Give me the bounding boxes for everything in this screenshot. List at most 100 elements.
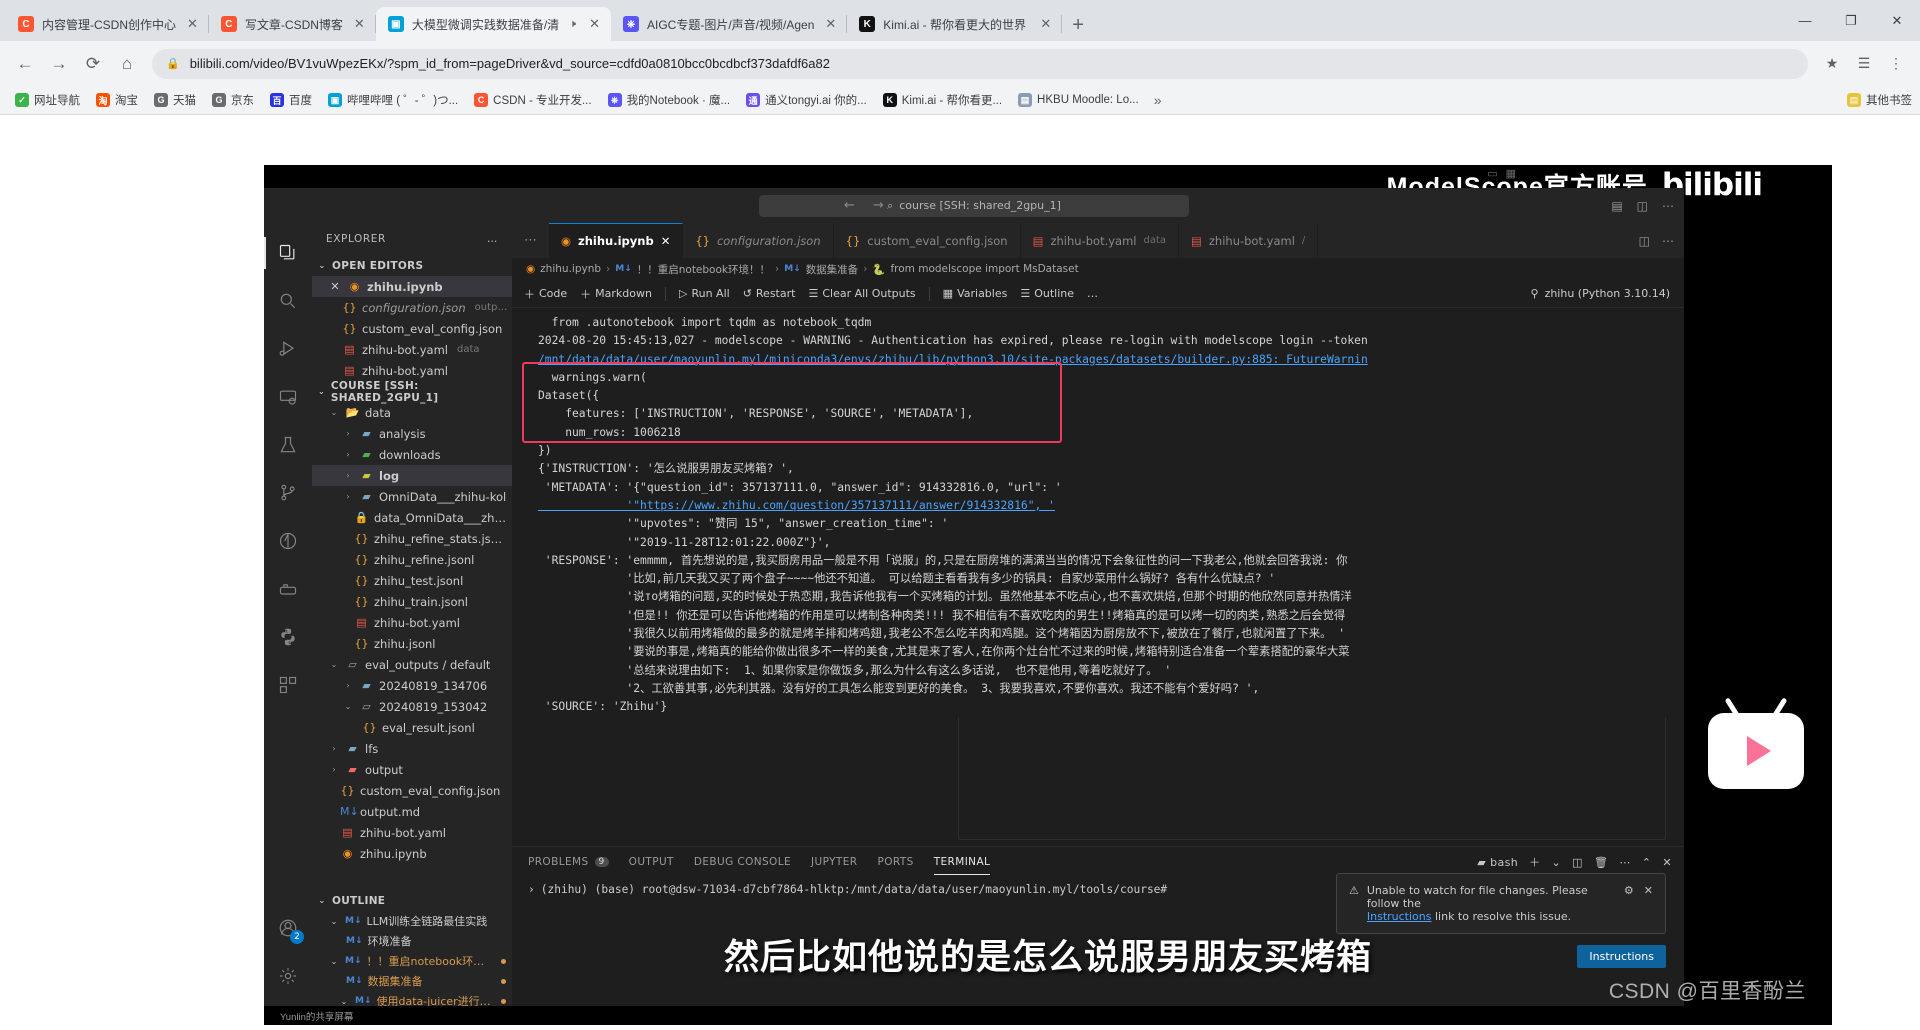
close-icon[interactable]: ✕ [1644,884,1653,897]
browser-tab-3[interactable]: ⎈ AIGC专题-图片/声音/视频/Agen ✕ [611,7,848,41]
tree-item-zhihu-train[interactable]: {} zhihu_train.jsonl [312,591,512,612]
more-icon[interactable]: ⋯ [1619,856,1630,869]
panel-tab-terminal[interactable]: TERMINAL [933,856,991,875]
sidebar-item-docker[interactable] [264,565,312,613]
tree-item-zhihu-jsonl[interactable]: {} zhihu.jsonl [312,633,512,654]
bookmark-item[interactable]: ▤ HKBU Moodle: Lo... [1011,91,1146,109]
sidebar-item-python[interactable] [264,613,312,661]
editor-tab-zhihu-bot-yaml-data[interactable]: ▤ zhihu-bot.yaml data [1020,223,1180,258]
editor-tab-configuration-json[interactable]: {} configuration.json [683,223,834,258]
close-icon[interactable]: ✕ [184,16,201,32]
tree-item-custom-eval-config[interactable]: {} custom_eval_config.json [312,780,512,801]
project-section-header[interactable]: ⌄ COURSE [SSH: SHARED_2GPU_1] [312,380,512,404]
run-all-button[interactable]: ▷ Run All [679,287,730,300]
back-icon[interactable]: ← [844,198,855,213]
split-editor-icon[interactable]: ◫ [1639,234,1650,248]
open-editor-item[interactable]: {} custom_eval_config.json [312,318,512,339]
browser-menu-icon[interactable]: ⋮ [1882,55,1910,72]
notebook-output-scroll[interactable]: from .autonotebook import tqdm as notebo… [512,308,1684,846]
minimize-button[interactable]: — [1782,13,1828,28]
close-icon[interactable]: ✕ [1662,856,1672,869]
open-editor-item[interactable]: ▤ zhihu-bot.yaml data [312,339,512,360]
more-actions-icon[interactable]: ⋯ [1662,234,1674,248]
bookmark-item[interactable]: G 京东 [205,90,261,110]
new-tab-button[interactable]: + [1062,14,1094,41]
trash-icon[interactable]: 🗑 [1594,856,1608,869]
mute-icon[interactable]: 🕨 [567,18,578,31]
chevron-up-icon[interactable]: ⌃ [1642,856,1652,869]
editor-tab-custom-eval-config[interactable]: {} custom_eval_config.json [833,223,1021,258]
new-terminal-icon[interactable]: ＋ [1529,854,1540,870]
notification-link[interactable]: Instructions [1367,910,1432,923]
tree-item-log[interactable]: › ▰ log [312,465,512,486]
tree-item-data[interactable]: ⌄ 📂 data [312,402,512,423]
sidebar-item-search[interactable] [264,277,312,325]
tree-item-eval-result[interactable]: {} eval_result.jsonl [312,717,512,738]
address-bar[interactable]: 🔒 bilibili.com/video/BV1vuWpezEKx/?spm_i… [152,48,1808,79]
sidebar-item-testing[interactable] [264,421,312,469]
output-line-link[interactable]: /mnt/data/data/user/maoyunlin.myl/minico… [538,353,1368,366]
chevron-down-icon[interactable]: ⌄ [1552,856,1562,869]
other-bookmarks-button[interactable]: ▤ 其他书签 [1847,92,1912,108]
breadcrumb-segment[interactable]: 数据集准备 [806,262,859,277]
outline-item[interactable]: ⌄ M↓ LLM训练全链路最佳实践 [312,911,512,931]
browser-tab-0[interactable]: C 内容管理-CSDN创作中心 ✕ [6,7,209,41]
bookmarks-overflow-button[interactable]: » [1148,92,1168,108]
open-editor-item[interactable]: ▤ zhihu-bot.yaml [312,360,512,381]
close-icon[interactable]: ✕ [661,234,671,248]
outline-section-header[interactable]: ⌄ OUTLINE [312,890,512,911]
add-code-cell-button[interactable]: ＋ Code [524,286,567,302]
outline-button[interactable]: ☰ Outline [1020,287,1074,300]
bookmark-item[interactable]: 淘淘宝 [89,90,145,110]
bookmark-item[interactable]: 百百度 [263,90,319,110]
forward-button[interactable]: → [44,54,74,74]
sidebar-item-explorer[interactable] [264,229,312,277]
open-editor-item[interactable]: ✕ ◉ zhihu.ipynb [312,276,512,297]
close-icon[interactable]: ✕ [328,280,342,293]
video-player[interactable]: ModelScope官方账号 bilibili ▭ ▦ ← → ⌕ course… [264,165,1832,1025]
tree-item-output[interactable]: › ▰ output [312,759,512,780]
bookmark-item[interactable]: ▣ 哔哩哔哩 ( ゜- ゜)つ... [321,90,465,110]
sidebar-item-run-debug[interactable] [264,325,312,373]
outline-item[interactable]: ⌄ M↓ 使用data-juicer进行… [312,991,512,1006]
close-icon[interactable]: ✕ [822,16,839,32]
open-editor-item[interactable]: {} configuration.json outp… [312,297,512,318]
home-button[interactable]: ⌂ [112,54,142,74]
tree-item-lfs[interactable]: › ▰ lfs [312,738,512,759]
tab-overflow-icon[interactable]: ⋯ [512,223,549,258]
notification-toast[interactable]: ⚠ Unable to watch for file changes. Plea… [1336,873,1666,934]
tree-item-zhihu-bot-yaml-root[interactable]: ▤ zhihu-bot.yaml [312,822,512,843]
bookmark-item[interactable]: ⎈ 我的Notebook · 魔... [601,90,738,110]
bookmark-item[interactable]: G 天猫 [147,90,203,110]
terminal-shell-selector[interactable]: ▰ bash [1477,856,1518,869]
panel-tab-ports[interactable]: PORTS [877,856,913,868]
tree-item-data-omnidata[interactable]: 🔒 data_OmniData___zhih… [312,507,512,528]
variables-button[interactable]: ▦ Variables [943,287,1008,300]
breadcrumb-segment[interactable]: from modelscope import MsDataset [890,263,1078,275]
tree-item-zhihu-refine[interactable]: {} zhihu_refine.jsonl [312,549,512,570]
close-icon[interactable]: ✕ [351,16,368,32]
back-button[interactable]: ← [10,54,40,74]
bookmark-item[interactable]: C CSDN - 专业开发... [467,90,598,110]
tree-item-zhihu-refine-stats[interactable]: {} zhihu_refine_stats.jsonl [312,528,512,549]
editor-tab-zhihu-bot-yaml-root[interactable]: ▤ zhihu-bot.yaml / [1179,223,1319,258]
close-icon[interactable]: ✕ [1037,16,1054,32]
tree-item-zhihu-bot-yaml-data[interactable]: ▤ zhihu-bot.yaml [312,612,512,633]
editor-tab-zhihu-ipynb[interactable]: ◉ zhihu.ipynb ✕ [549,223,684,258]
gear-icon[interactable]: ⚙ [1624,884,1634,897]
breadcrumb-segment[interactable]: ！！重启notebook环境！！ [637,262,770,277]
split-icon[interactable]: ◫ [1637,199,1648,213]
panel-tab-output[interactable]: OUTPUT [629,856,674,868]
sidebar-item-jupyter[interactable] [264,517,312,565]
tree-item-zhihu-ipynb[interactable]: ◉ zhihu.ipynb [312,843,512,864]
tree-item-zhihu-test[interactable]: {} zhihu_test.jsonl [312,570,512,591]
more-toolbar-button[interactable]: … [1087,287,1098,300]
more-icon[interactable]: … [487,233,498,245]
tree-item-20240819-153042[interactable]: ⌄ ▱ 20240819_153042 [312,696,512,717]
sidebar-item-extensions[interactable] [264,661,312,709]
layout-icon[interactable]: ▤ [1611,199,1622,213]
sidebar-item-source-control[interactable] [264,469,312,517]
restart-button[interactable]: ↺ Restart [743,287,796,300]
add-markdown-cell-button[interactable]: ＋ Markdown [580,286,652,302]
open-editors-section-header[interactable]: ⌄ OPEN EDITORS [312,255,512,276]
